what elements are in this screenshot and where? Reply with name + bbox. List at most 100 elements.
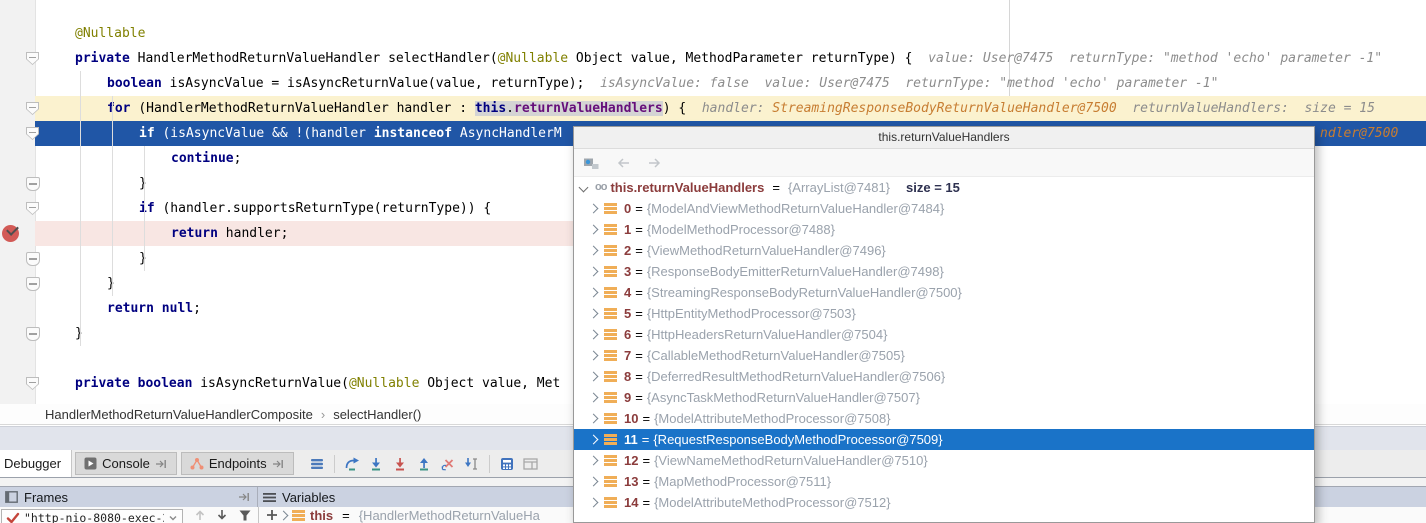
breadcrumb-method[interactable]: selectHandler() xyxy=(333,407,421,422)
code-line[interactable]: return handler; xyxy=(35,221,573,246)
down-icon[interactable] xyxy=(214,508,230,522)
indent-guide xyxy=(112,96,113,296)
tree-root-item[interactable]: oo this.returnValueHandlers = {ArrayList… xyxy=(574,177,1314,198)
step-out-icon[interactable] xyxy=(412,452,436,476)
code-line[interactable]: for (HandlerMethodReturnValueHandler han… xyxy=(35,96,1426,121)
breadcrumb-class[interactable]: HandlerMethodReturnValueHandlerComposite xyxy=(45,407,313,422)
tree-item[interactable]: 12={ViewNameMethodReturnValueHandler@751… xyxy=(574,450,1314,471)
code-text: @Nullable xyxy=(75,21,145,46)
chevron-right-icon[interactable] xyxy=(589,414,599,424)
frames-title: Frames xyxy=(24,490,68,505)
frames-panel-header[interactable]: Frames xyxy=(0,487,258,507)
chevron-right-icon[interactable] xyxy=(279,510,289,520)
tab-debugger[interactable]: Debugger xyxy=(0,450,72,477)
item-index: 0 xyxy=(624,201,631,216)
popup-title: this.returnValueHandlers xyxy=(574,127,1314,149)
collection-size: size = 15 xyxy=(906,180,960,195)
step-over-icon[interactable] xyxy=(340,452,364,476)
back-icon[interactable] xyxy=(616,157,631,169)
chevron-right-icon[interactable] xyxy=(589,204,599,214)
chevron-right-icon[interactable] xyxy=(589,246,599,256)
code-text: } xyxy=(139,171,147,196)
breakpoint-icon[interactable] xyxy=(2,225,19,242)
variables-title: Variables xyxy=(282,490,335,505)
panel-divider[interactable] xyxy=(258,507,259,523)
item-index: 8 xyxy=(624,369,631,384)
tree-item[interactable]: 6={HttpHeadersReturnValueHandler@7504} xyxy=(574,324,1314,345)
chevron-right-icon[interactable] xyxy=(589,309,599,319)
mute-breakpoints-icon[interactable] xyxy=(305,452,329,476)
code-line[interactable]: boolean isAsyncValue = isAsyncReturnValu… xyxy=(35,71,1426,96)
chevron-right-icon[interactable] xyxy=(589,393,599,403)
item-index: 14 xyxy=(624,495,638,510)
variables-row[interactable]: this = {HandlerMethodReturnValueHa xyxy=(280,507,540,523)
code-text: boolean isAsyncValue = isAsyncReturnValu… xyxy=(107,71,1218,96)
tree-item[interactable]: 7={CallableMethodReturnValueHandler@7505… xyxy=(574,345,1314,366)
hide-panel-icon[interactable] xyxy=(238,492,251,502)
restore-layout-icon[interactable] xyxy=(519,452,543,476)
equals-sign: = xyxy=(772,180,780,195)
item-value: {ViewNameMethodReturnValueHandler@7510} xyxy=(654,453,928,468)
evaluate-expression-icon[interactable] xyxy=(495,452,519,476)
tree-item[interactable]: 1={ModelMethodProcessor@7488} xyxy=(574,219,1314,240)
breadcrumb-separator: › xyxy=(321,407,325,422)
filter-icon[interactable] xyxy=(237,508,253,522)
item-value: {ResponseBodyEmitterReturnValueHandler@7… xyxy=(647,264,944,279)
chevron-right-icon[interactable] xyxy=(589,351,599,361)
field-icon xyxy=(604,455,617,466)
forward-icon[interactable] xyxy=(647,157,662,169)
fold-close-icon[interactable] xyxy=(26,277,40,291)
chevron-right-icon[interactable] xyxy=(589,288,599,298)
watch-icon: oo xyxy=(595,182,606,193)
chevron-right-icon[interactable] xyxy=(589,330,599,340)
chevron-right-icon[interactable] xyxy=(589,267,599,277)
dock-pin-icon xyxy=(272,459,285,469)
chevron-right-icon[interactable] xyxy=(589,372,599,382)
chevron-right-icon[interactable] xyxy=(589,225,599,235)
force-step-into-icon[interactable] xyxy=(388,452,412,476)
code-line[interactable]: @Nullable xyxy=(35,21,1426,46)
thread-selector[interactable]: "http-nio-8080-exec-2"@6 xyxy=(1,509,183,523)
chevron-right-icon[interactable] xyxy=(589,498,599,508)
tree-item[interactable]: 3={ResponseBodyEmitterReturnValueHandler… xyxy=(574,261,1314,282)
tab-endpoints[interactable]: Endpoints xyxy=(181,452,294,475)
chevron-down-icon[interactable] xyxy=(579,183,589,193)
chevron-right-icon[interactable] xyxy=(589,456,599,466)
fold-close-icon[interactable] xyxy=(26,327,40,341)
tree-item[interactable]: 11={RequestResponseBodyMethodProcessor@7… xyxy=(574,429,1314,450)
chevron-down-icon[interactable] xyxy=(168,514,178,522)
tree-items: 0={ModelAndViewMethodReturnValueHandler@… xyxy=(574,198,1314,513)
thread-name: "http-nio-8080-exec-2"@6 xyxy=(24,511,164,523)
code-text: } xyxy=(75,321,83,346)
tree-item[interactable]: 10={ModelAttributeMethodProcessor@7508} xyxy=(574,408,1314,429)
tab-console[interactable]: Console xyxy=(75,452,177,475)
toolbar-separator xyxy=(489,455,490,473)
tree-item[interactable]: 8={DeferredResultMethodReturnValueHandle… xyxy=(574,366,1314,387)
code-text: for (HandlerMethodReturnValueHandler han… xyxy=(107,96,1375,121)
tree-item[interactable]: 2={ViewMethodReturnValueHandler@7496} xyxy=(574,240,1314,261)
tree-item[interactable]: 5={HttpEntityMethodProcessor@7503} xyxy=(574,303,1314,324)
debug-toolbar xyxy=(305,450,543,477)
debugger-value-popup[interactable]: this.returnValueHandlers oo this.returnV… xyxy=(573,126,1315,523)
tab-label: Console xyxy=(102,456,150,471)
tree-item[interactable]: 14={ModelAttributeMethodProcessor@7512} xyxy=(574,492,1314,513)
up-icon[interactable] xyxy=(192,508,208,522)
tab-label: Endpoints xyxy=(209,456,267,471)
drop-frame-icon[interactable] xyxy=(436,452,460,476)
tree-item[interactable]: 9={AsyncTaskMethodReturnValueHandler@750… xyxy=(574,387,1314,408)
fold-close-icon[interactable] xyxy=(26,177,40,191)
field-icon xyxy=(604,245,617,256)
tree-item[interactable]: 0={ModelAndViewMethodReturnValueHandler@… xyxy=(574,198,1314,219)
tree-item[interactable]: 13={MapMethodProcessor@7511} xyxy=(574,471,1314,492)
item-value: {HttpHeadersReturnValueHandler@7504} xyxy=(647,327,888,342)
fold-close-icon[interactable] xyxy=(26,252,40,266)
step-into-icon[interactable] xyxy=(364,452,388,476)
run-to-cursor-icon[interactable] xyxy=(460,452,484,476)
tab-label: Debugger xyxy=(4,456,61,471)
tree-item[interactable]: 4={StreamingResponseBodyReturnValueHandl… xyxy=(574,282,1314,303)
chevron-right-icon[interactable] xyxy=(589,477,599,487)
chevron-right-icon[interactable] xyxy=(589,435,599,445)
variable-name: this xyxy=(310,508,333,523)
copy-value-icon[interactable] xyxy=(583,156,600,170)
code-line[interactable]: private HandlerMethodReturnValueHandler … xyxy=(35,46,1426,71)
